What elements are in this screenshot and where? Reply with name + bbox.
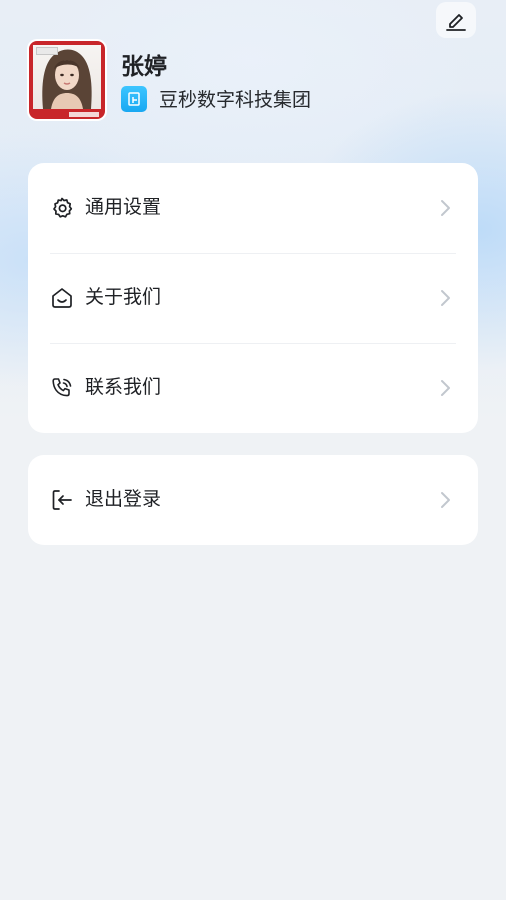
logout-card: 退出登录 [28,455,478,545]
chevron-right-icon [441,290,450,306]
chevron-right-icon [441,200,450,216]
menu-item-about-us[interactable]: 关于我们 [28,253,478,343]
menu-item-label: 关于我们 [85,286,162,308]
company-row: 豆秒数字科技集团 [121,85,311,112]
edit-pencil-icon [446,14,466,31]
menu-item-label: 联系我们 [85,376,162,398]
user-name: 张婷 [121,54,167,80]
menu-item-logout[interactable]: 退出登录 [28,455,478,545]
avatar-photo [33,45,101,109]
logout-icon [52,490,72,510]
avatar-caption-strip [69,112,99,117]
company-name: 豆秒数字科技集团 [159,89,312,111]
edit-profile-button[interactable] [436,2,476,38]
avatar[interactable] [29,41,105,119]
home-smile-icon [52,288,72,308]
avatar-stamp [36,47,58,55]
menu-item-contact-us[interactable]: 联系我们 [28,343,478,433]
menu-item-general-settings[interactable]: 通用设置 [28,163,478,253]
menu-item-label: 通用设置 [85,196,162,218]
gear-icon [53,197,73,218]
menu-item-label: 退出登录 [85,488,162,510]
chevron-right-icon [441,380,450,396]
settings-card: 通用设置 关于我们 联系我们 [28,163,478,433]
company-building-icon [121,85,147,112]
phone-call-icon [52,378,72,397]
chevron-right-icon [441,492,450,508]
